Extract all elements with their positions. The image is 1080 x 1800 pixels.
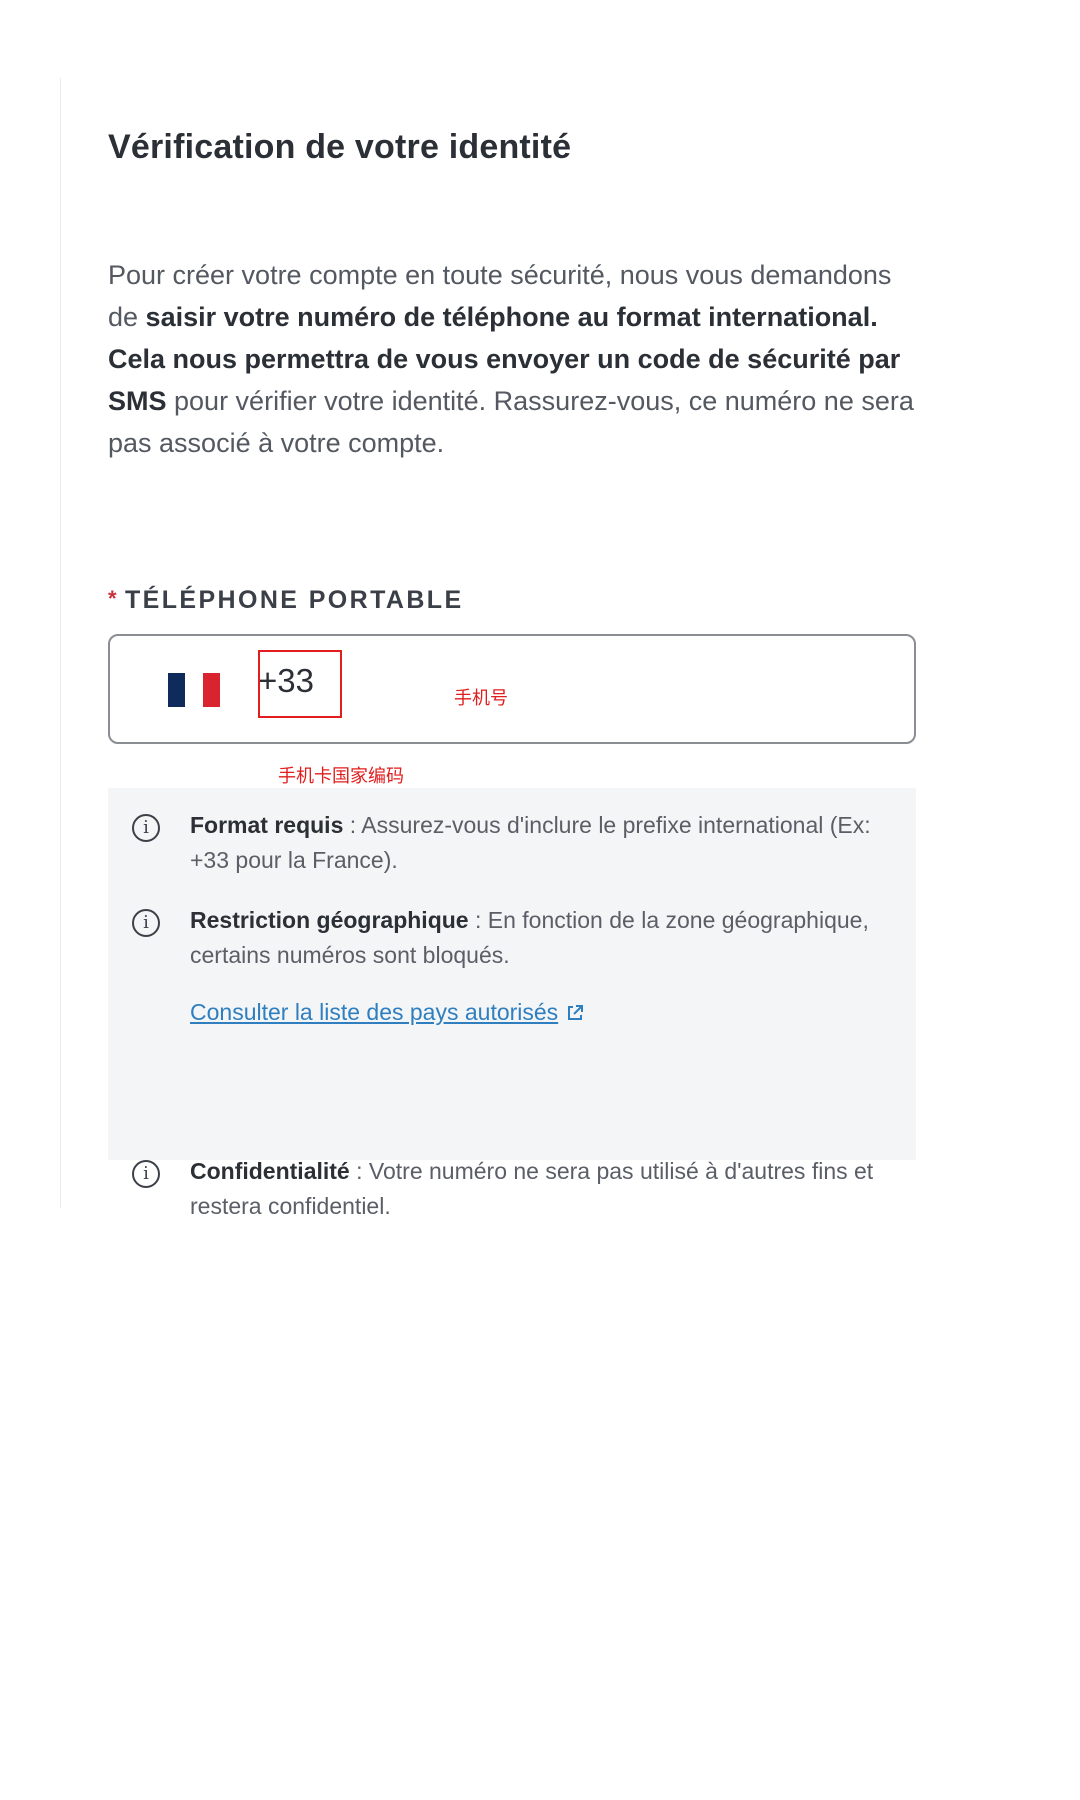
notice-format-item: Format requis : Assurez-vous d'inclure l… — [190, 808, 890, 878]
info-icon: i — [132, 909, 160, 937]
intro-paragraph: Pour créer votre compte en toute sécurit… — [108, 254, 918, 464]
left-divider — [60, 78, 61, 1208]
notice-restriction-title: Restriction géographique — [190, 907, 469, 933]
phone-number-annotation: 手机号 — [454, 688, 508, 709]
page-title: Vérification de votre identité — [108, 128, 572, 166]
notice-format-title: Format requis — [190, 812, 344, 838]
notice-privacy-title: Confidentialité — [190, 1158, 350, 1184]
phone-field-label: * TÉLÉPHONE PORTABLE — [108, 586, 464, 615]
phone-label-text: TÉLÉPHONE PORTABLE — [124, 586, 464, 614]
flag-france-icon[interactable] — [168, 673, 220, 707]
info-icon: i — [132, 1160, 160, 1188]
phone-input[interactable]: +33 手机号 — [108, 634, 916, 744]
allowed-countries-link-label[interactable]: Consulter la liste des pays autorisés — [190, 999, 558, 1025]
info-icon: i — [132, 814, 160, 842]
intro-text-end: pour vérifier votre identité. Rassurez-v… — [108, 386, 914, 458]
info-notice-box: i Format requis : Assurez-vous d'inclure… — [108, 788, 916, 1219]
required-marker: * — [108, 586, 119, 611]
dial-code-highlight-box — [258, 650, 342, 718]
notice-privacy-item: Confidentialité : Votre numéro ne sera p… — [190, 1154, 890, 1224]
external-link-icon[interactable] — [566, 1004, 584, 1022]
country-code-annotation: 手机卡国家编码 — [278, 766, 404, 787]
allowed-countries-link[interactable]: Consulter la liste des pays autorisés — [190, 999, 584, 1026]
notice-restriction-item: Restriction géographique : En fonction d… — [190, 903, 890, 973]
